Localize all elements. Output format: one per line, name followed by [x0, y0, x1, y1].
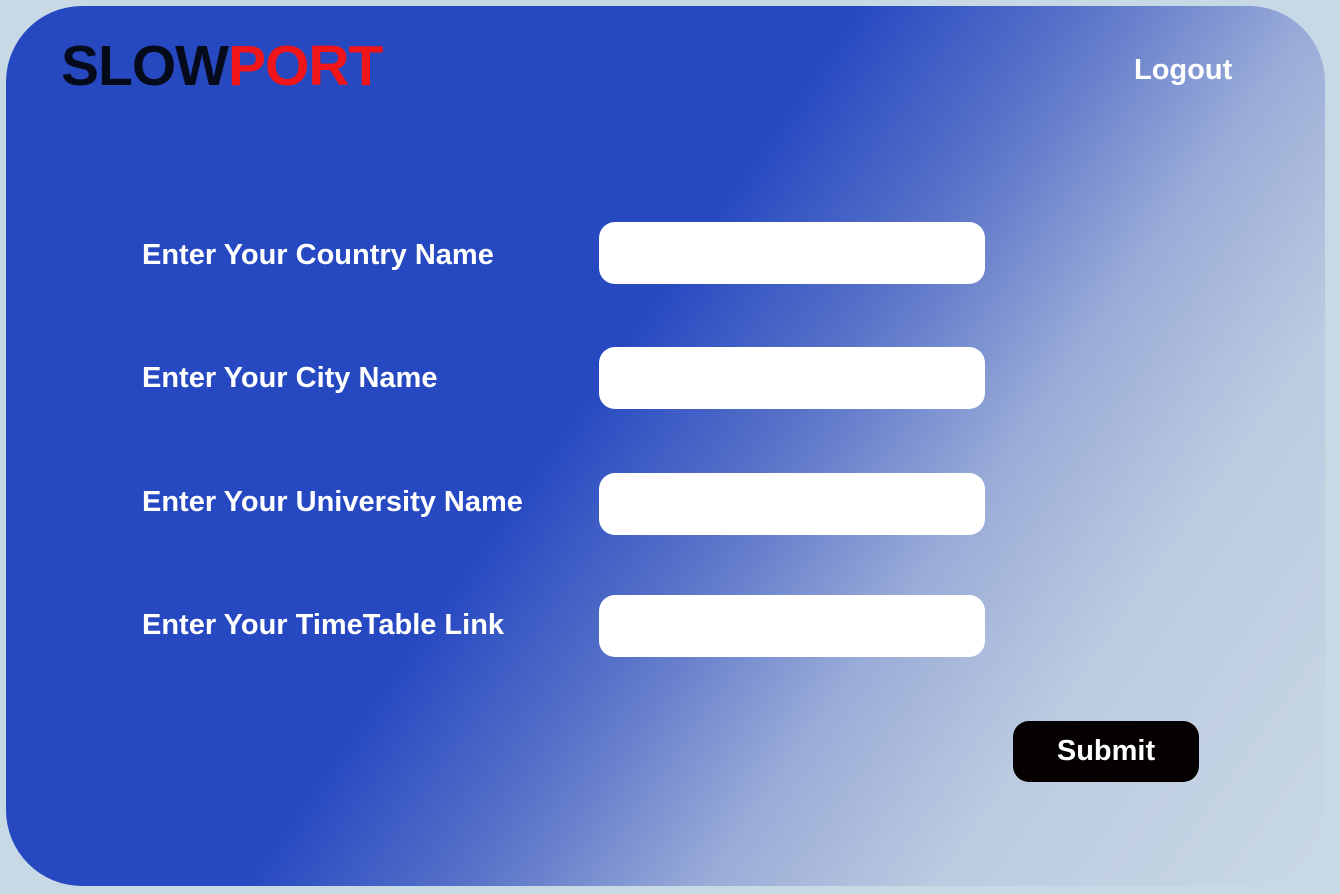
country-name-label: Enter Your Country Name	[142, 239, 494, 271]
country-name-input[interactable]	[599, 222, 985, 284]
city-name-label: Enter Your City Name	[142, 362, 438, 394]
university-name-label: Enter Your University Name	[142, 486, 523, 518]
submit-button[interactable]: Submit	[1013, 721, 1199, 782]
timetable-link-label: Enter Your TimeTable Link	[142, 609, 505, 641]
logo-text-slow: SLOW	[61, 34, 229, 98]
city-name-input[interactable]	[599, 347, 985, 409]
timetable-link-input[interactable]	[599, 595, 985, 657]
main-card: SLOWPORT Logout Enter Your Country Name …	[6, 6, 1325, 886]
logo-text-port: PORT	[227, 34, 383, 98]
logout-link[interactable]: Logout	[1134, 56, 1232, 85]
university-name-input[interactable]	[599, 473, 985, 535]
brand-logo: SLOWPORT	[61, 38, 383, 95]
